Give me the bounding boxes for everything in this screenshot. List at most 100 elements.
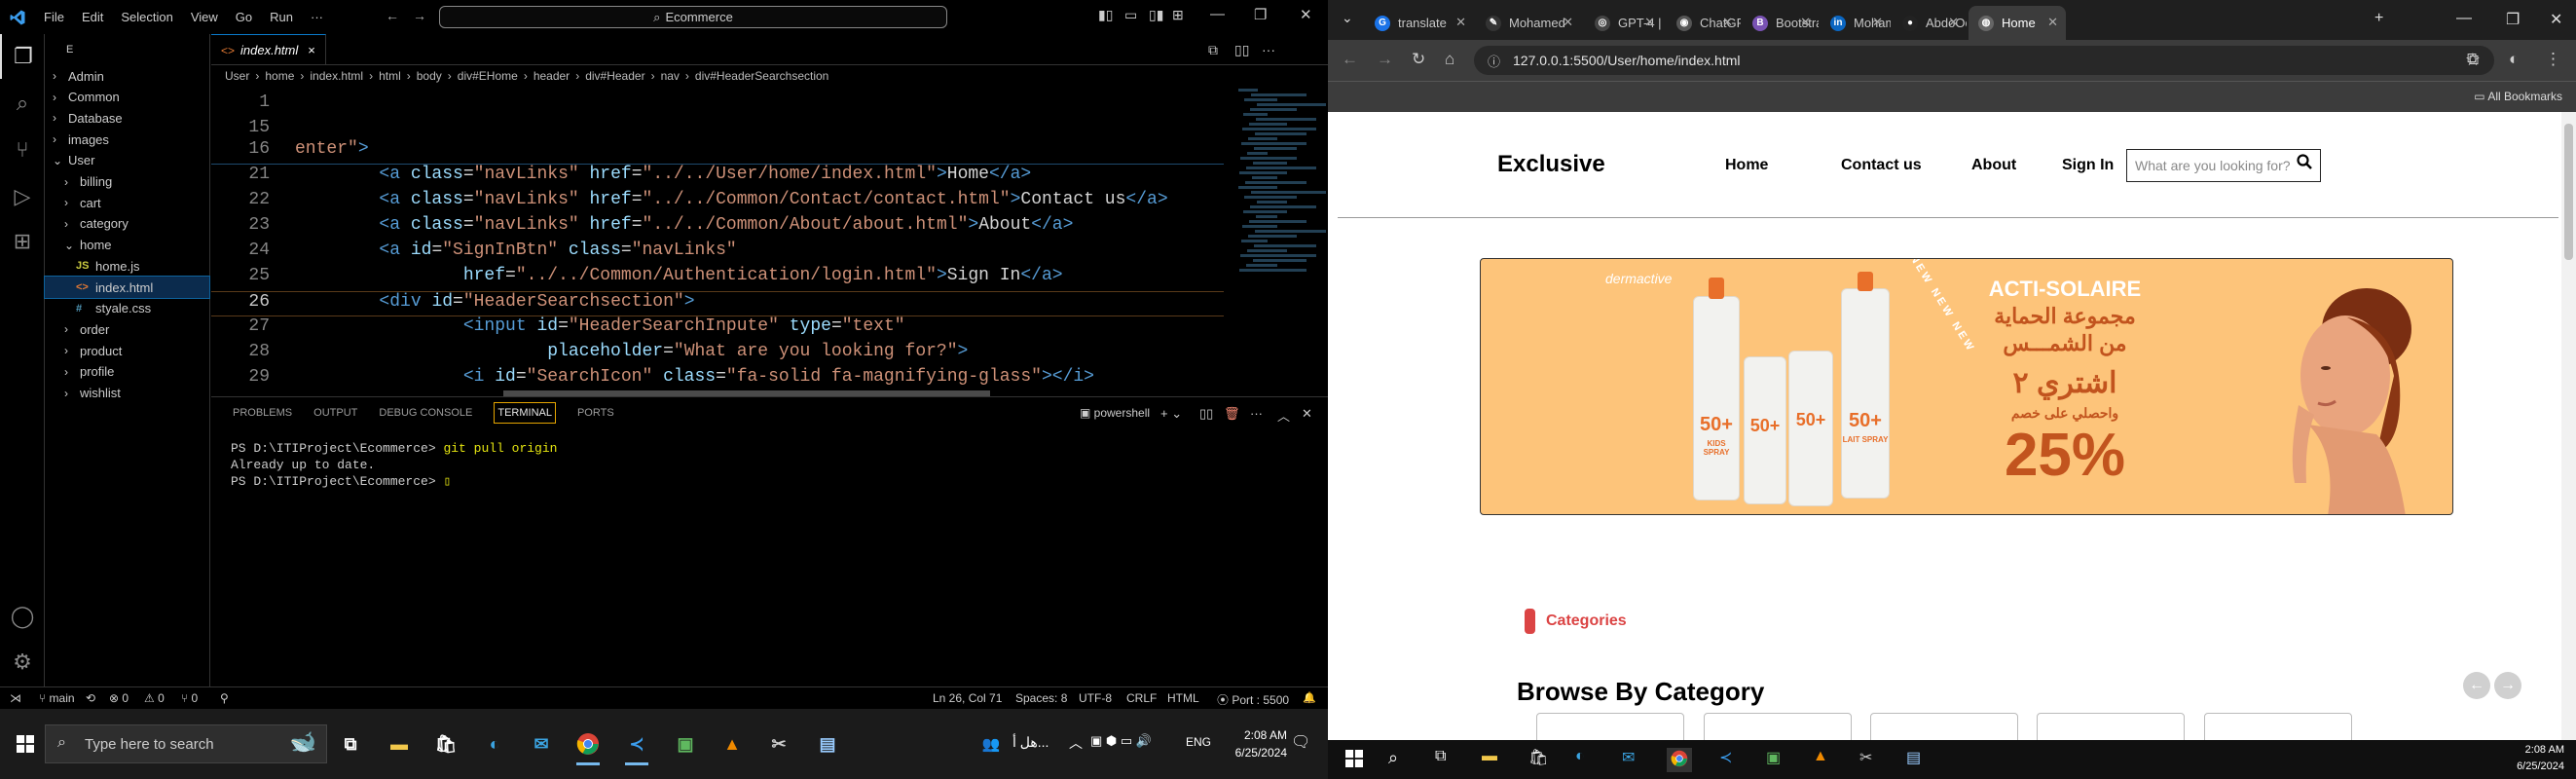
tab-close-icon[interactable]: ×	[308, 43, 315, 57]
chrome-tab-mohamed[interactable]: inMohamed✕	[1821, 6, 1891, 40]
branch-indicator[interactable]: ⑂ main	[39, 691, 75, 705]
edge-icon[interactable]: ◐	[1575, 748, 1585, 765]
toggle-panel-icon[interactable]: ▭	[1124, 7, 1137, 23]
split-terminal-icon[interactable]: ▯▯	[1199, 406, 1213, 422]
split-editor-icon[interactable]: ▯▯	[1234, 42, 1249, 58]
indentation[interactable]: Spaces: 8	[1015, 691, 1067, 705]
magnifying-glass-icon[interactable]	[2297, 154, 2312, 175]
tab-ports[interactable]: PORTS	[577, 407, 614, 419]
tree-item-common[interactable]: › Common	[45, 87, 209, 108]
menu-go[interactable]: Go	[227, 10, 261, 24]
chrome-tab-home[interactable]: ◍ Home ✕	[1969, 6, 2066, 40]
breadcrumb-item[interactable]: body	[417, 69, 442, 83]
code-editor[interactable]: 1 15 16 enter"> 21 <a class="navLinks" href=…	[211, 87, 1328, 394]
prev-arrow-button[interactable]: ←	[2463, 672, 2490, 699]
breadcrumb-item[interactable]: index.html	[310, 69, 363, 83]
menu-edit[interactable]: Edit	[73, 10, 112, 24]
arabic-toolbar-text[interactable]: هل أ...	[1012, 734, 1049, 751]
code-line[interactable]: 21 <a class="navLinks" href="../../User/…	[211, 165, 1224, 190]
forward-arrow-icon[interactable]: →	[1377, 50, 1393, 69]
search-icon[interactable]: ⌕	[1388, 748, 1398, 768]
tab-debug-console[interactable]: DEBUG CONSOLE	[379, 407, 472, 419]
close-window-icon[interactable]: ✕	[1300, 6, 1312, 23]
explorer-icon[interactable]: ❐	[0, 34, 45, 79]
tree-item-product[interactable]: › product	[45, 340, 209, 361]
app-green-icon[interactable]: ▣	[668, 726, 703, 761]
breadcrumb-item[interactable]: div#Header	[585, 69, 644, 83]
taskbar-search[interactable]: ⌕ Type here to search 🐋	[45, 724, 327, 763]
tab-search-icon[interactable]: ⌄	[1342, 10, 1353, 26]
address-bar[interactable]: ⓘ 127.0.0.1:5500/User/home/index.html ☆	[1474, 46, 2494, 75]
code-line[interactable]: 28 placeholder="What are you looking for…	[211, 342, 1224, 367]
file-explorer-icon[interactable]: ▬	[1482, 748, 1497, 765]
chrome-tab-bootstrap[interactable]: B Bootstrap✕	[1743, 6, 1819, 40]
vlc-icon[interactable]: ▲	[1813, 748, 1828, 765]
code-line[interactable]: 16 enter">	[211, 139, 1224, 165]
code-line[interactable]: 22 <a class="navLinks" href="../../Commo…	[211, 190, 1224, 215]
site-info-icon[interactable]: ⓘ	[1488, 52, 1500, 70]
breadcrumb-item[interactable]: div#EHome	[458, 69, 518, 83]
warnings-count[interactable]: ⚠ 0	[144, 691, 165, 705]
home-icon[interactable]: ⌂	[1445, 50, 1454, 69]
tab-close-icon[interactable]: ✕	[1455, 15, 1466, 30]
chrome-menu-icon[interactable]: ⋮	[2545, 50, 2561, 69]
tree-item-home[interactable]: ⌄ home	[45, 235, 209, 256]
ms-store-icon[interactable]: 🛍	[428, 726, 463, 761]
nav-sign-in[interactable]: Sign In	[2062, 157, 2114, 174]
menu-view[interactable]: View	[182, 10, 227, 24]
profile-avatar[interactable]: ◐	[2509, 50, 2519, 69]
tree-item-billing[interactable]: › billing	[45, 171, 209, 193]
code-line[interactable]: 27 <input id="HeaderSearchInpute" type="…	[211, 316, 1224, 342]
tab-close-icon[interactable]: ✕	[1872, 15, 1883, 30]
close-window-icon[interactable]: ✕	[2550, 10, 2562, 29]
clock-right[interactable]: 2:08 AM 6/25/2024	[2486, 742, 2564, 775]
menu-more[interactable]: ···	[302, 10, 332, 24]
task-view-icon[interactable]: ⧉	[1435, 748, 1446, 765]
code-line[interactable]: 29 <i id="SearchIcon" class="fa-solid fa…	[211, 367, 1224, 392]
app-green-icon[interactable]: ▣	[1766, 748, 1781, 767]
chrome-tab-chatgpt[interactable]: ◉ ChatGPT✕	[1667, 6, 1741, 40]
breadcrumb-item[interactable]: header	[534, 69, 570, 83]
task-view-icon[interactable]: ⧉	[333, 726, 368, 761]
tree-item-database[interactable]: › Database	[45, 107, 209, 129]
breadcrumb-item[interactable]: home	[265, 69, 294, 83]
chrome-tab-mohamed[interactable]: ✎ Mohamed ✕	[1476, 6, 1581, 40]
minimize-icon[interactable]: —	[2456, 10, 2472, 27]
command-center-search[interactable]: ⌕ Ecommerce	[439, 6, 947, 28]
tree-item-category[interactable]: › category	[45, 213, 209, 235]
chrome-taskbar-icon[interactable]	[570, 726, 606, 765]
chrome-tab-gpt-4-o[interactable]: ◎ GPT-4 | O✕	[1585, 6, 1663, 40]
minimap[interactable]	[1238, 87, 1328, 320]
terminal-shell-selector[interactable]: ▣ powershell	[1080, 406, 1150, 420]
language-indicator[interactable]: ENG	[1186, 735, 1211, 749]
vscode-taskbar-icon[interactable]: ≺	[619, 726, 654, 765]
back-arrow-icon[interactable]: ←	[386, 8, 399, 23]
remote-icon[interactable]: ⋊	[10, 691, 21, 705]
maximize-panel-icon[interactable]: ︿	[1277, 406, 1290, 425]
toggle-secondary-sidebar-icon[interactable]: ▯▮	[1149, 7, 1163, 23]
mail-icon[interactable]: ✉	[1622, 748, 1635, 767]
tree-item-order[interactable]: › order	[45, 318, 209, 340]
windows-start-icon[interactable]	[1345, 750, 1363, 770]
breadcrumb-item[interactable]: html	[379, 69, 401, 83]
tab-close-icon[interactable]: ✕	[1563, 15, 1573, 30]
live-share-icon[interactable]: ⚲	[220, 691, 229, 705]
extensions-icon[interactable]: ⊞	[0, 219, 45, 264]
menu-selection[interactable]: Selection	[112, 10, 181, 24]
live-server-port[interactable]: ⦿ Port : 5500	[1217, 691, 1289, 708]
tree-item-cart[interactable]: › cart	[45, 192, 209, 213]
code-line[interactable]: 26 <div id="HeaderSearchsection">	[211, 291, 1224, 316]
new-tab-button[interactable]: +	[2374, 10, 2383, 27]
tab-close-icon[interactable]: ✕	[1722, 15, 1733, 30]
tab-index-html[interactable]: <> index.html ×	[211, 34, 326, 65]
search-view-icon[interactable]: ⌕	[0, 81, 45, 126]
code-line[interactable]: 1	[211, 93, 1224, 118]
tab-terminal[interactable]: TERMINAL	[494, 402, 556, 424]
chrome-taskbar-icon[interactable]	[1667, 748, 1692, 772]
tree-item-admin[interactable]: › Admin	[45, 65, 209, 87]
terminal-output[interactable]: PS D:\ITIProject\Ecommerce> git pull ori…	[211, 428, 1328, 501]
tab-problems[interactable]: PROBLEMS	[233, 407, 292, 419]
nav-contact[interactable]: Contact us	[1841, 157, 1922, 174]
vlc-icon[interactable]: ▲	[715, 726, 750, 761]
chrome-tab-abdooo2[interactable]: ● AbdoOo2✕	[1893, 6, 1967, 40]
